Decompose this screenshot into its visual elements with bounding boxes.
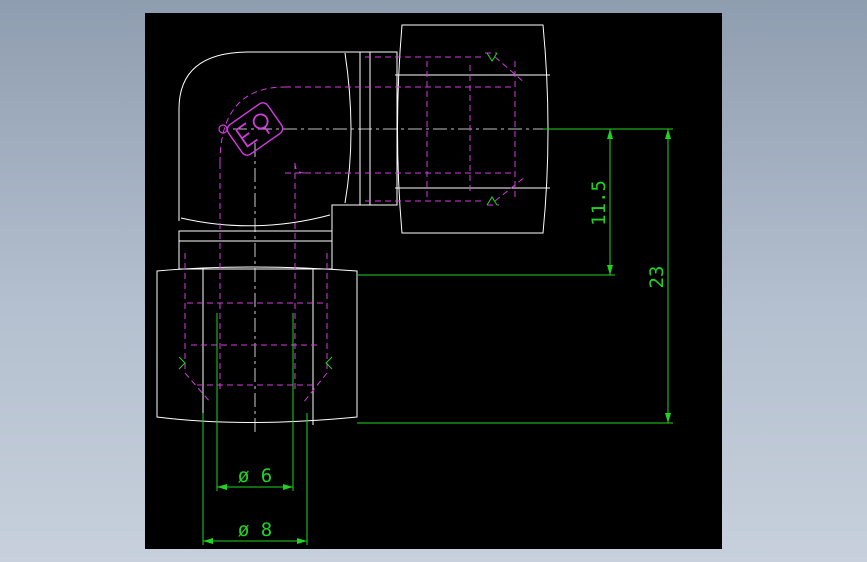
- cad-drawing-viewport[interactable]: 11.5 23 ø 6 ø 8: [145, 13, 722, 549]
- dimension-height-small: 11.5: [357, 128, 615, 276]
- bottom-neck: [178, 230, 333, 270]
- hidden-lines: [184, 52, 526, 404]
- elbow-body-curve: [344, 52, 352, 204]
- elbow-fitting-drawing: 11.5 23 ø 6 ø 8: [156, 24, 673, 545]
- dimension-label-dia-6: ø 6: [238, 465, 272, 487]
- dimension-label-dia-8: ø 8: [238, 519, 272, 541]
- right-neck: [359, 51, 398, 206]
- center-lines: [233, 128, 550, 433]
- elbow-lower-curve: [180, 214, 331, 227]
- part-outline: [156, 24, 550, 425]
- dimension-label-23: 23: [646, 266, 668, 289]
- thread-markers: [178, 52, 498, 370]
- dimension-label-11-5: 11.5: [588, 180, 610, 226]
